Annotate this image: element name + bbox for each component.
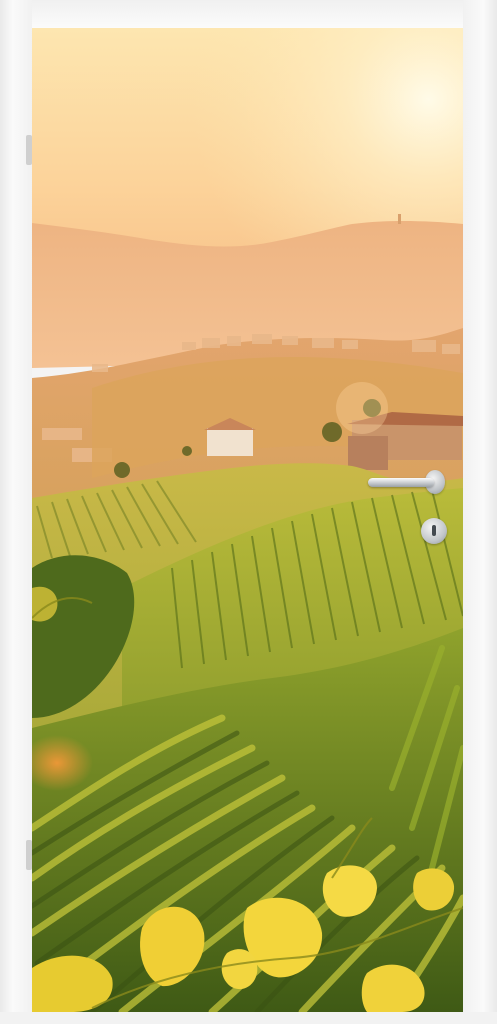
door-frame-top xyxy=(0,0,497,28)
hilltop-tower xyxy=(398,214,401,224)
vineyard-mural xyxy=(32,28,463,1012)
door-frame-right xyxy=(463,0,497,1024)
door-frame xyxy=(0,0,497,1024)
lens-flare-secondary xyxy=(336,382,388,434)
lever-handle-icon[interactable] xyxy=(368,478,434,487)
door-frame-bottom xyxy=(0,1012,497,1024)
vineyard-landscape-image xyxy=(32,28,463,1012)
keyhole-icon xyxy=(421,518,447,544)
